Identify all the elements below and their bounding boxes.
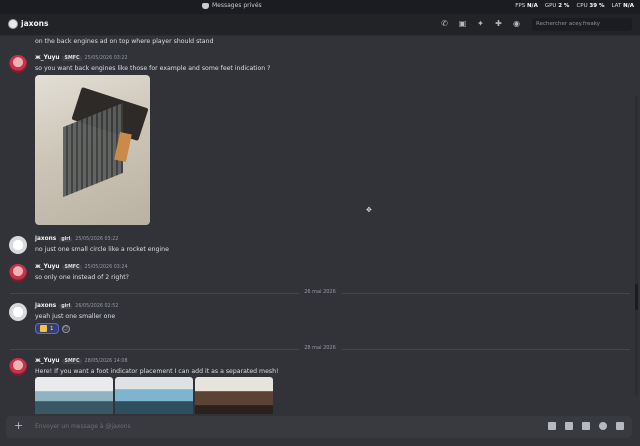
scrollbar-thumb[interactable] — [635, 284, 638, 310]
mouse-cursor-icon: ✥ — [366, 206, 372, 214]
emoji-icon[interactable] — [599, 422, 607, 430]
phone-icon[interactable]: ✆ — [440, 19, 449, 28]
title-bar: Messages privés FPS N/A GPU 2 % CPU 39 %… — [0, 0, 640, 14]
author-name[interactable]: ж_Yuyu — [35, 55, 59, 61]
image-gallery — [35, 377, 273, 414]
author-name[interactable]: jaxons — [35, 303, 56, 309]
message-text: on the back engines ad on top where play… — [35, 38, 214, 45]
image-attachment[interactable] — [195, 377, 273, 414]
window-title-text: Messages privés — [212, 2, 262, 9]
author-name[interactable]: ж_Yuyu — [35, 358, 59, 364]
scrollbar[interactable] — [635, 96, 638, 396]
date-divider: 28 mai 2026 — [10, 345, 630, 351]
search-input[interactable]: Rechercher acey.freaky — [532, 18, 632, 31]
timestamp: 26/05/2026 02:52 — [75, 303, 119, 309]
message-header: ж_Yuyu SMFC 25/05/2026 03:24 — [35, 264, 128, 270]
image-attachment[interactable] — [35, 75, 150, 225]
timestamp: 25/05/2026 03:22 — [84, 55, 128, 61]
gif-icon[interactable] — [565, 422, 573, 430]
image-attachment[interactable] — [115, 377, 193, 414]
message-text: yeah just one smaller one — [35, 313, 116, 320]
header-avatar[interactable] — [8, 19, 18, 29]
profile-icon[interactable]: ◉ — [512, 19, 521, 28]
header-username[interactable]: jaxons — [21, 19, 48, 28]
avatar[interactable] — [9, 358, 27, 376]
message-composer: + Envoyer un message à @jaxons — [0, 414, 640, 446]
message-header: ж_Yuyu SMFC 25/05/2026 03:22 — [35, 55, 128, 61]
message-header: jaxons girl 26/05/2026 02:52 — [35, 303, 118, 309]
pin-icon[interactable]: ✦ — [476, 19, 485, 28]
server-tag: SMFC — [62, 358, 82, 364]
message-text: no just one small circle like a rocket e… — [35, 246, 169, 253]
image-attachment[interactable] — [35, 377, 113, 414]
message-header: ж_Yuyu SMFC 28/05/2026 14:08 — [35, 358, 128, 364]
add-friend-icon[interactable]: ✚ — [494, 19, 503, 28]
server-tag: SMFC — [62, 55, 82, 61]
message-input[interactable]: Envoyer un message à @jaxons — [35, 423, 131, 430]
sticker-icon[interactable] — [582, 422, 590, 430]
discord-logo-icon — [202, 2, 209, 9]
add-reaction-icon[interactable]: ☺ — [61, 324, 70, 333]
avatar[interactable] — [9, 303, 27, 321]
reaction-count: 1 — [50, 325, 54, 332]
cpu-value: 39 % — [589, 3, 605, 9]
avatar[interactable] — [9, 264, 27, 282]
composer-toolbar — [548, 422, 624, 430]
message-list[interactable]: on the back engines ad on top where play… — [0, 36, 640, 414]
date-divider-label: 26 mai 2026 — [299, 289, 341, 295]
video-icon[interactable]: ▣ — [458, 19, 467, 28]
fps-value: N/A — [526, 3, 538, 9]
header-toolbar: ✆ ▣ ✦ ✚ ◉ — [440, 19, 521, 28]
message-text: so you want back engines like those for … — [35, 65, 271, 72]
timestamp: 25/05/2026 03:24 — [84, 264, 128, 270]
lat-value: N/A — [623, 3, 634, 9]
message-header: jaxons girl 25/05/2026 03:22 — [35, 236, 118, 242]
server-tag: girl — [59, 236, 73, 242]
lat-label: LAT — [611, 3, 622, 9]
cpu-label: CPU — [576, 3, 588, 9]
avatar[interactable] — [9, 236, 27, 254]
avatar[interactable] — [9, 55, 27, 73]
apps-icon[interactable] — [616, 422, 624, 430]
timestamp: 28/05/2026 14:08 — [84, 358, 128, 364]
gpu-label: GPU — [544, 3, 557, 9]
message-text: Here! If you want a foot indicator place… — [35, 368, 279, 375]
attach-plus-icon[interactable]: + — [14, 420, 23, 432]
message-text: so only one instead of 2 right? — [35, 274, 129, 281]
message-input-box[interactable]: + Envoyer un message à @jaxons — [6, 416, 632, 438]
reactions: 1 ☺ — [35, 323, 70, 334]
server-tag: SMFC — [62, 264, 82, 270]
author-name[interactable]: jaxons — [35, 236, 56, 242]
fps-label: FPS — [515, 3, 526, 9]
date-divider: 26 mai 2026 — [10, 289, 630, 295]
gpu-value: 2 % — [558, 3, 570, 9]
window-title: Messages privés — [202, 2, 262, 9]
reaction-thumbs-up[interactable]: 1 — [35, 323, 59, 334]
author-name[interactable]: ж_Yuyu — [35, 264, 59, 270]
channel-header: jaxons ✆ ▣ ✦ ✚ ◉ Rechercher acey.freaky — [0, 14, 640, 36]
thumbs-up-icon — [40, 325, 47, 332]
timestamp: 25/05/2026 03:22 — [75, 236, 119, 242]
gift-icon[interactable] — [548, 422, 556, 430]
server-tag: girl — [59, 303, 73, 309]
performance-overlay: FPS N/A GPU 2 % CPU 39 % LAT N/A — [515, 3, 634, 9]
date-divider-label: 28 mai 2026 — [299, 345, 341, 351]
